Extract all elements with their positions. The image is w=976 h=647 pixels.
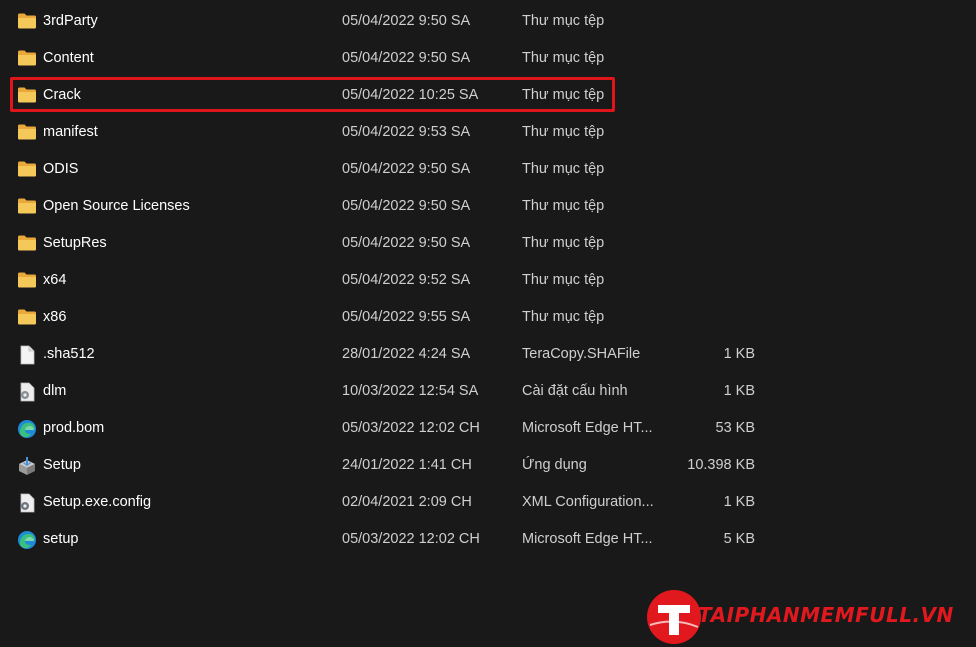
file-name: .sha512 [43, 346, 95, 362]
file-type: Thư mục tệp [522, 309, 605, 325]
file-name: setup [43, 531, 79, 547]
watermark-text: TAIPHANMEMFULL.VN [698, 603, 954, 627]
file-name: prod.bom [43, 420, 105, 436]
file-row[interactable]: Open Source Licenses 05/04/2022 9:50 SA Th… [0, 188, 976, 225]
watermark: TAIPHANMEMFULL.VN [640, 583, 976, 644]
file-date-modified: 02/04/2021 2:09 CH [342, 494, 472, 510]
file-date-modified: 05/04/2022 9:50 SA [342, 50, 471, 66]
file-type: TeraCopy.SHAFile [522, 346, 641, 362]
file-name: ODIS [43, 161, 79, 177]
file-date-modified: 05/04/2022 9:55 SA [342, 309, 471, 325]
file-name: Setup [43, 457, 81, 473]
watermark-logo-icon [647, 590, 701, 644]
file-date-modified: 05/04/2022 9:50 SA [342, 13, 471, 29]
crack-highlight-box [10, 77, 615, 112]
file-date-modified: 05/03/2022 12:02 CH [342, 531, 480, 547]
file-date-modified: 05/04/2022 9:50 SA [342, 161, 471, 177]
file-row[interactable]: x86 05/04/2022 9:55 SA Thư mục tệp [0, 299, 976, 336]
file-size: 1 KB [723, 494, 755, 510]
file-name: 3rdParty [43, 13, 98, 29]
file-date-modified: 05/04/2022 9:50 SA [342, 198, 471, 214]
file-type: Thư mục tệp [522, 198, 605, 214]
file-date-modified: 28/01/2022 4:24 SA [342, 346, 471, 362]
folder-icon [17, 160, 37, 179]
file-row[interactable]: ODIS 05/04/2022 9:50 SA Thư mục tệp [0, 151, 976, 188]
file-date-modified: 05/04/2022 9:53 SA [342, 124, 471, 140]
file-date-modified: 10/03/2022 12:54 SA [342, 383, 479, 399]
file-type: Thư mục tệp [522, 235, 605, 251]
edge-icon [17, 419, 37, 438]
file-type: Cài đặt cấu hình [522, 383, 628, 399]
file-type: Thư mục tệp [522, 161, 605, 177]
file-name: x86 [43, 309, 67, 325]
file-date-modified: 05/04/2022 9:50 SA [342, 235, 471, 251]
folder-icon [17, 308, 37, 327]
file-row[interactable]: x64 05/04/2022 9:52 SA Thư mục tệp [0, 262, 976, 299]
file-row[interactable]: Setup 24/01/2022 1:41 CH Ứng dụng 10.398 KB [0, 447, 976, 484]
folder-icon [17, 49, 37, 68]
folder-icon [17, 271, 37, 290]
file-date-modified: 05/04/2022 9:52 SA [342, 272, 471, 288]
file-size: 1 KB [723, 346, 755, 362]
file-type: Microsoft Edge HT... [522, 531, 653, 547]
file-name: x64 [43, 272, 67, 288]
file-type: Microsoft Edge HT... [522, 420, 653, 436]
folder-icon [17, 12, 37, 31]
file-size: 1 KB [723, 383, 755, 399]
file-row[interactable]: SetupRes 05/04/2022 9:50 SA Thư mục tệp [0, 225, 976, 262]
file-row[interactable]: prod.bom 05/03/2022 12:02 CH Microsoft Edg… [0, 410, 976, 447]
file-type: Thư mục tệp [522, 13, 605, 29]
edge-icon [17, 530, 37, 549]
file-name: Content [43, 50, 94, 66]
file-name: SetupRes [43, 235, 107, 251]
file-name: Setup.exe.config [43, 494, 152, 510]
file-row[interactable]: .sha512 28/01/2022 4:24 SA TeraCopy.SHAFil… [0, 336, 976, 373]
file-date-modified: 24/01/2022 1:41 CH [342, 457, 472, 473]
installer-icon [17, 456, 37, 475]
file-name: manifest [43, 124, 98, 140]
file-size: 10.398 KB [687, 457, 755, 473]
file-row[interactable]: 3rdParty 05/04/2022 9:50 SA Thư mục tệp [0, 3, 976, 40]
file-name: dlm [43, 383, 67, 399]
file-type: Ứng dụng [522, 457, 587, 473]
file-row[interactable]: Content 05/04/2022 9:50 SA Thư mục tệp [0, 40, 976, 77]
file-size: 5 KB [723, 531, 755, 547]
config-file-icon [17, 382, 37, 402]
folder-icon [17, 234, 37, 253]
folder-icon [17, 123, 37, 142]
file-row[interactable]: manifest 05/04/2022 9:53 SA Thư mục tệp [0, 114, 976, 151]
folder-icon [17, 197, 37, 216]
file-row[interactable]: setup 05/03/2022 12:02 CH Microsoft Edge H… [0, 521, 976, 558]
file-row[interactable]: Setup.exe.config 02/04/2021 2:09 CH XML Co… [0, 484, 976, 521]
file-date-modified: 05/03/2022 12:02 CH [342, 420, 480, 436]
xml-file-icon [17, 493, 37, 513]
file-type: Thư mục tệp [522, 124, 605, 140]
file-name: Open Source Licenses [43, 198, 190, 214]
file-type: Thư mục tệp [522, 272, 605, 288]
file-size: 53 KB [715, 420, 756, 436]
file-icon [17, 345, 37, 365]
file-row[interactable]: dlm 10/03/2022 12:54 SA Cài đặt cấu hình 1 … [0, 373, 976, 410]
file-type: Thư mục tệp [522, 50, 605, 66]
file-type: XML Configuration... [522, 494, 654, 510]
